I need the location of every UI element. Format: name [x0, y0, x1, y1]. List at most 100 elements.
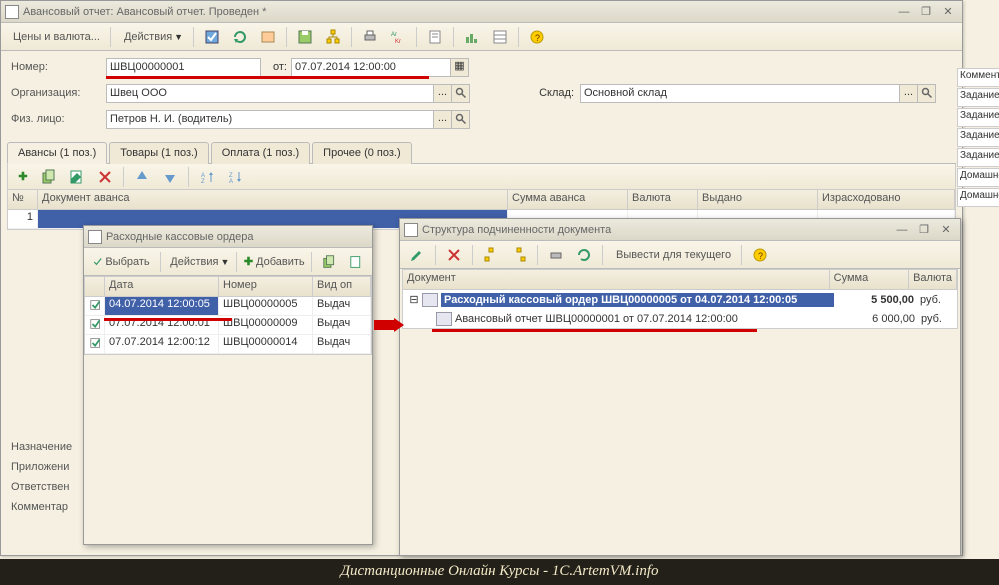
col-num[interactable]: №: [8, 190, 38, 209]
refresh-icon[interactable]: [227, 26, 253, 48]
main-toolbar: Цены и валюта... Действия▼ ArKr ?: [1, 23, 962, 51]
struct-min-button[interactable]: —: [892, 222, 912, 238]
form-area: Номер: ШВЦ00000001 от: 07.07.2014 12:00:…: [1, 51, 962, 137]
side-item[interactable]: Домашне: [957, 188, 999, 207]
close-button[interactable]: ✕: [938, 4, 958, 20]
help-icon[interactable]: ?: [524, 26, 550, 48]
person-select-button[interactable]: ...: [434, 110, 452, 129]
up-icon[interactable]: [129, 166, 155, 188]
doc-icon: [88, 230, 102, 244]
orders-copy-icon[interactable]: [317, 251, 341, 273]
tab-payment[interactable]: Оплата (1 поз.): [211, 142, 310, 164]
person-input[interactable]: Петров Н. И. (водитель): [106, 110, 434, 129]
sort-asc-icon[interactable]: AZ: [194, 166, 220, 188]
edit-icon[interactable]: [64, 166, 90, 188]
save-icon[interactable]: [292, 26, 318, 48]
orders-add-button[interactable]: ✚Добавить: [242, 251, 306, 273]
orders-window: Расходные кассовые ордера Выбрать Действ…: [83, 225, 373, 545]
struct-max-button[interactable]: ❐: [914, 222, 934, 238]
number-label: Номер:: [11, 61, 106, 73]
side-panel: Коммента Задание 5 Задание 5 Задание 5 З…: [957, 68, 999, 208]
delete-icon[interactable]: [92, 166, 118, 188]
org-select-button[interactable]: ...: [434, 84, 452, 103]
actions-button[interactable]: Действия▼: [116, 26, 188, 48]
orders-row-0[interactable]: 04.07.2014 12:00:05 ШВЦ00000005 Выдач: [85, 297, 371, 316]
play-icon[interactable]: [199, 26, 225, 48]
struct-hier-icon[interactable]: [478, 244, 504, 266]
date-input[interactable]: 07.07.2014 12:00:00: [291, 58, 451, 77]
footer-watermark: Дистанционные Онлайн Курсы - 1C.ArtemVM.…: [0, 559, 999, 585]
col-cur[interactable]: Валюта: [628, 190, 698, 209]
struct-print-icon[interactable]: [543, 244, 569, 266]
select-button[interactable]: Выбрать: [88, 251, 155, 273]
col-spent[interactable]: Израсходовано: [818, 190, 955, 209]
side-item[interactable]: Коммента: [957, 68, 999, 87]
down-icon[interactable]: [157, 166, 183, 188]
struct-edit-icon[interactable]: [404, 244, 430, 266]
kt-icon[interactable]: ArKr: [385, 26, 411, 48]
tabs: Авансы (1 поз.) Товары (1 поз.) Оплата (…: [7, 141, 956, 164]
annotation-redline-1: [106, 76, 429, 79]
col-sum[interactable]: Сумма: [830, 270, 909, 289]
main-titlebar: Авансовый отчет: Авансовый отчет. Провед…: [1, 1, 962, 23]
warehouse-select-button[interactable]: ...: [900, 84, 918, 103]
annotation-redline-3: [432, 329, 757, 332]
tree-row-1[interactable]: Авансовый отчет ШВЦ00000001 от 07.07.201…: [403, 309, 957, 328]
struct-window: Структура подчиненности документа — ❐ ✕ …: [399, 218, 961, 556]
struct-help-icon[interactable]: ?: [747, 244, 773, 266]
advances-toolbar: ✚ AZ ZA: [7, 164, 956, 190]
orders-actions-button[interactable]: Действия▼: [166, 251, 232, 273]
tab-other[interactable]: Прочее (0 поз.): [312, 142, 411, 164]
svg-text:Ar: Ar: [391, 32, 397, 38]
side-item[interactable]: Задание 5: [957, 108, 999, 127]
maximize-button[interactable]: ❐: [916, 4, 936, 20]
struct-delete-icon[interactable]: [441, 244, 467, 266]
doc-icon: [422, 293, 438, 307]
tab-goods[interactable]: Товары (1 поз.): [109, 142, 208, 164]
org-search-button[interactable]: [452, 84, 470, 103]
struct-close-button[interactable]: ✕: [936, 222, 956, 238]
side-item[interactable]: Задание 5: [957, 128, 999, 147]
warehouse-search-button[interactable]: [918, 84, 936, 103]
print-icon[interactable]: [357, 26, 383, 48]
minimize-button[interactable]: —: [894, 4, 914, 20]
struct-refresh-icon[interactable]: [571, 244, 597, 266]
doc-icon: [436, 312, 452, 326]
col-op[interactable]: Вид оп: [313, 277, 371, 296]
collapse-icon[interactable]: ⊟: [409, 293, 419, 306]
prices-button[interactable]: Цены и валюта...: [5, 26, 105, 48]
number-input[interactable]: ШВЦ00000001: [106, 58, 261, 77]
col-doc[interactable]: Документ аванса: [38, 190, 508, 209]
warehouse-input[interactable]: Основной склад: [580, 84, 900, 103]
side-item[interactable]: Задание 5: [957, 148, 999, 167]
struct-titlebar: Структура подчиненности документа — ❐ ✕: [400, 219, 960, 241]
side-item[interactable]: Домашне: [957, 168, 999, 187]
add-icon[interactable]: ✚: [12, 166, 34, 188]
orders-row-2[interactable]: 07.07.2014 12:00:12 ШВЦ00000014 Выдач: [85, 335, 371, 354]
chart-icon[interactable]: [459, 26, 485, 48]
sort-desc-icon[interactable]: ZA: [222, 166, 248, 188]
date-picker-button[interactable]: ▦: [451, 58, 469, 77]
person-search-button[interactable]: [452, 110, 470, 129]
struct-hier2-icon[interactable]: [506, 244, 532, 266]
svg-text:A: A: [229, 179, 233, 185]
tree-row-0[interactable]: ⊟ Расходный кассовый ордер ШВЦ00000005 о…: [403, 290, 957, 309]
col-date[interactable]: Дата: [105, 277, 219, 296]
col-number[interactable]: Номер: [219, 277, 313, 296]
svg-text:?: ?: [535, 33, 540, 43]
doc2-icon[interactable]: [422, 26, 448, 48]
col-doc[interactable]: Документ: [403, 270, 830, 289]
col-sum[interactable]: Сумма аванса: [508, 190, 628, 209]
side-item[interactable]: Задание 5: [957, 88, 999, 107]
book-icon[interactable]: [255, 26, 281, 48]
col-cur[interactable]: Валюта: [909, 270, 957, 289]
org-input[interactable]: Швец ООО: [106, 84, 434, 103]
structure-icon[interactable]: [320, 26, 346, 48]
copy-icon[interactable]: [36, 166, 62, 188]
tab-advances[interactable]: Авансы (1 поз.): [7, 142, 107, 164]
list-icon[interactable]: [487, 26, 513, 48]
struct-output-button[interactable]: Вывести для текущего: [608, 244, 736, 266]
orders-titlebar: Расходные кассовые ордера: [84, 226, 372, 248]
col-issued[interactable]: Выдано: [698, 190, 818, 209]
orders-edit-icon[interactable]: [344, 251, 368, 273]
